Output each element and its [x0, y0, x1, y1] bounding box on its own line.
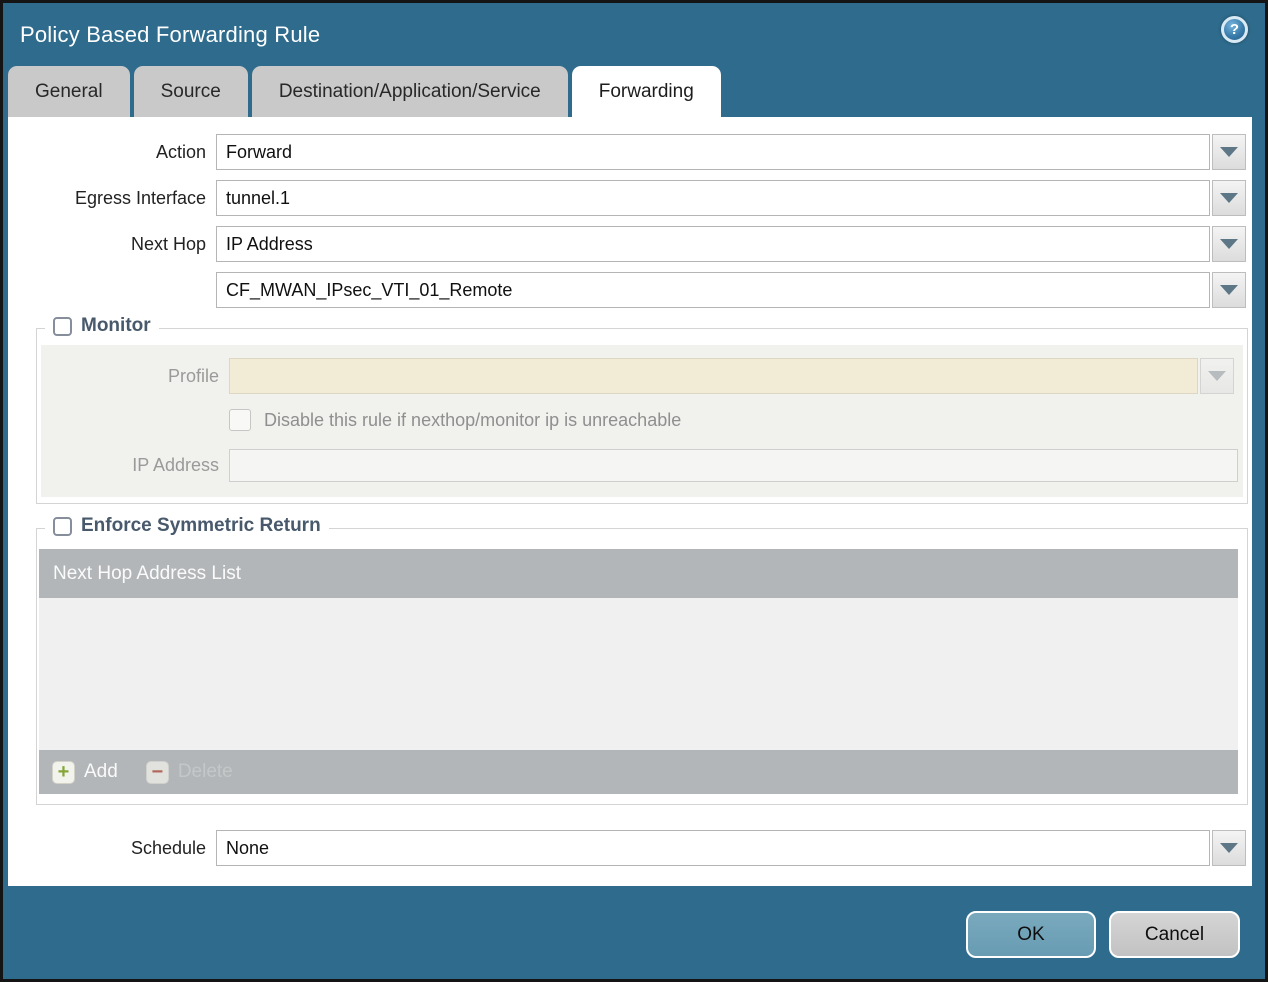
- next-hop-address-list-header: Next Hop Address List: [39, 549, 1238, 598]
- next-hop-address-list-footer: + Add − Delete: [39, 750, 1238, 794]
- chevron-down-icon: [1208, 371, 1226, 381]
- tab-bar: General Source Destination/Application/S…: [3, 66, 1265, 117]
- monitor-legend: Monitor: [45, 315, 159, 337]
- add-button-label: Add: [84, 761, 118, 782]
- next-hop-value: IP Address: [226, 233, 313, 254]
- tab-source[interactable]: Source: [133, 66, 248, 117]
- action-row: Action Forward: [8, 134, 1252, 170]
- schedule-row: Schedule None: [8, 830, 1252, 866]
- egress-interface-row: Egress Interface tunnel.1: [8, 180, 1252, 216]
- add-button[interactable]: + Add: [52, 760, 118, 784]
- pbf-dialog: Policy Based Forwarding Rule ? General S…: [0, 0, 1268, 982]
- cancel-button[interactable]: Cancel: [1109, 911, 1240, 958]
- monitor-ip-address-input: [229, 448, 1238, 482]
- action-label: Action: [155, 141, 206, 162]
- egress-interface-label: Egress Interface: [74, 187, 206, 208]
- next-hop-address-dropdown-button[interactable]: [1212, 272, 1246, 308]
- next-hop-address-list-table: Next Hop Address List + Add − Delete: [39, 549, 1238, 794]
- profile-dropdown-button: [1200, 358, 1234, 394]
- chevron-down-icon: [1220, 239, 1238, 249]
- next-hop-select[interactable]: IP Address: [216, 226, 1210, 262]
- next-hop-address-value: CF_MWAN_IPsec_VTI_01_Remote: [226, 279, 513, 300]
- next-hop-row: Next Hop IP Address: [8, 226, 1252, 262]
- help-icon[interactable]: ?: [1221, 16, 1248, 43]
- disable-rule-checkbox: [229, 409, 251, 431]
- dialog-footer: OK Cancel: [3, 886, 1265, 979]
- egress-interface-dropdown-button[interactable]: [1212, 180, 1246, 216]
- disable-rule-row: Disable this rule if nexthop/monitor ip …: [229, 408, 1243, 432]
- next-hop-dropdown-button[interactable]: [1212, 226, 1246, 262]
- schedule-select[interactable]: None: [216, 830, 1210, 866]
- monitor-panel: Profile Disable this rule if nexthop/mon…: [41, 345, 1243, 497]
- next-hop-address-list-body: [39, 598, 1238, 750]
- egress-interface-select[interactable]: tunnel.1: [216, 180, 1210, 216]
- next-hop-label: Next Hop: [130, 233, 206, 254]
- symmetric-return-legend: Enforce Symmetric Return: [45, 515, 329, 537]
- next-hop-address-row: CF_MWAN_IPsec_VTI_01_Remote: [8, 272, 1252, 308]
- ok-button[interactable]: OK: [966, 911, 1096, 958]
- action-dropdown-button[interactable]: [1212, 134, 1246, 170]
- chevron-down-icon: [1220, 285, 1238, 295]
- tab-forwarding[interactable]: Forwarding: [571, 66, 721, 117]
- monitor-ip-address-row: IP Address: [41, 447, 1243, 483]
- tab-destination-application-service[interactable]: Destination/Application/Service: [251, 66, 568, 117]
- chevron-down-icon: [1220, 193, 1238, 203]
- minus-icon: −: [145, 760, 169, 784]
- symmetric-return-section: Enforce Symmetric Return Next Hop Addres…: [36, 515, 1248, 805]
- symmetric-return-title[interactable]: Enforce Symmetric Return: [81, 515, 321, 537]
- schedule-dropdown-button[interactable]: [1212, 830, 1246, 866]
- monitor-section: Monitor Profile Disable this rule if nex…: [36, 315, 1248, 504]
- tab-general[interactable]: General: [8, 66, 130, 117]
- profile-select: [229, 358, 1198, 394]
- chevron-down-icon: [1220, 147, 1238, 157]
- schedule-value: None: [226, 837, 270, 858]
- chevron-down-icon: [1220, 843, 1238, 853]
- next-hop-address-select[interactable]: CF_MWAN_IPsec_VTI_01_Remote: [216, 272, 1210, 308]
- dialog-title: Policy Based Forwarding Rule: [20, 21, 321, 47]
- monitor-ip-address-label: IP Address: [132, 454, 219, 475]
- delete-button-label: Delete: [177, 761, 233, 782]
- monitor-title[interactable]: Monitor: [81, 315, 151, 337]
- schedule-label: Schedule: [130, 837, 206, 858]
- dialog-titlebar: Policy Based Forwarding Rule ?: [3, 3, 1265, 66]
- delete-button: − Delete: [145, 760, 233, 784]
- profile-row: Profile: [41, 358, 1243, 394]
- monitor-checkbox[interactable]: [53, 316, 72, 336]
- egress-interface-value: tunnel.1: [226, 187, 291, 208]
- action-select[interactable]: Forward: [216, 134, 1210, 170]
- action-value: Forward: [226, 141, 293, 162]
- plus-icon: +: [52, 760, 75, 784]
- disable-rule-label: Disable this rule if nexthop/monitor ip …: [264, 409, 682, 430]
- profile-label: Profile: [167, 365, 219, 386]
- forwarding-tab-panel: Action Forward Egress Interface tunnel.1…: [8, 117, 1252, 886]
- symmetric-return-checkbox[interactable]: [53, 516, 72, 536]
